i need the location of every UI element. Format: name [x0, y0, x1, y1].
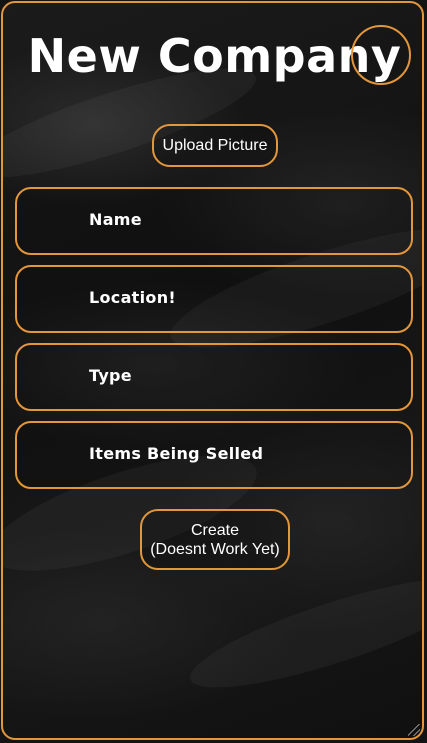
type-field-label: Type: [89, 366, 132, 385]
location-field-label: Location!: [89, 288, 176, 307]
items-field-label: Items Being Selled: [89, 444, 264, 463]
create-button-label: Create: [190, 522, 240, 539]
create-button-note: (Doesnt Work Yet): [150, 541, 280, 558]
location-field[interactable]: Location!: [15, 265, 413, 333]
name-field[interactable]: Name: [15, 187, 413, 255]
name-field-label: Name: [89, 210, 142, 229]
background-texture: [181, 558, 422, 708]
corner-circle-button[interactable]: [351, 25, 411, 85]
resize-grip-icon[interactable]: [408, 724, 420, 736]
type-field[interactable]: Type: [15, 343, 413, 411]
new-company-window: New Company Upload Picture Name Location…: [1, 1, 424, 740]
items-being-selled-field[interactable]: Items Being Selled: [15, 421, 413, 489]
upload-picture-button[interactable]: Upload Picture: [152, 124, 278, 167]
create-button[interactable]: Create (Doesnt Work Yet): [140, 509, 290, 570]
